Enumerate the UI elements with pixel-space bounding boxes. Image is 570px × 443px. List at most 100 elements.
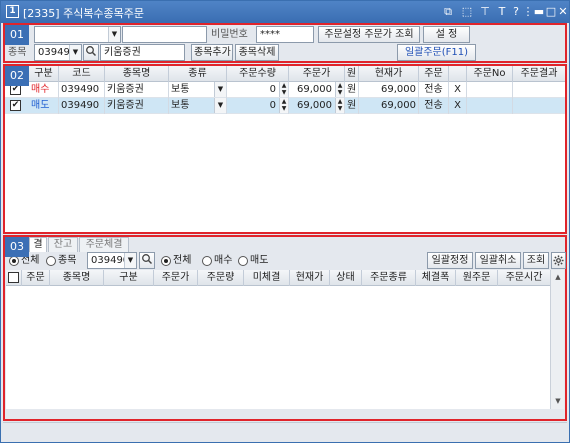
filter-stock-radio[interactable] [46,256,56,266]
order-list-section: 02 구분 코드 종목명 종류 주문수량 주문가 원 현재가 주문 주문No 주… [3,64,567,234]
header-order-price: 주문가 [154,270,198,286]
side-cell[interactable]: 매수 [29,82,59,98]
password-input[interactable]: **** [256,26,314,43]
chevron-down-icon[interactable]: ▼ [108,27,120,42]
header-type: 종류 [169,66,227,82]
price-cell[interactable]: 69,000 ▲ ▼ [289,98,345,114]
qty-cell[interactable]: 0 ▲ ▼ [227,82,289,98]
pin-icon[interactable]: ⊤ [478,4,492,19]
section-badge-01: 01 [5,25,29,45]
header-side: 구분 [29,66,59,82]
add-stock-button[interactable]: 종목추가 [191,44,233,61]
unit-cell: 원 [345,82,359,98]
order-status-grid: 주문 종목명 구분 주문가 주문량 미체결 현재가 상태 주문종류 체결폭 원주… [6,270,564,409]
order-row[interactable]: ✔ 매도 039490 키움증권 보통 ▼ 0 ▲ ▼ 69,000 ▲ ▼ 원 6… [5,98,565,114]
search-icon [142,254,153,265]
font-size-icon[interactable]: T [495,4,509,19]
result-cell [513,82,565,98]
side-buy-radio[interactable] [202,256,212,266]
section-badge-03: 03 [5,237,29,257]
chevron-down-icon[interactable]: ▼ [214,82,226,97]
order-grid-header: 구분 코드 종목명 종류 주문수량 주문가 원 현재가 주문 주문No 주문결과 [5,66,565,82]
side-sell-radio[interactable] [238,256,248,266]
send-button[interactable]: 전송 [419,82,449,98]
row-checkbox[interactable]: ✔ [10,100,21,111]
account-number-select[interactable]: ▼ [34,26,121,43]
price-cell[interactable]: 69,000 ▲ ▼ [289,82,345,98]
chevron-down-icon[interactable]: ▼ [124,253,136,268]
qty-cell[interactable]: 0 ▲ ▼ [227,98,289,114]
search-icon [86,46,97,57]
remove-row-button[interactable]: X [449,82,467,98]
header-name: 종목명 [105,66,169,82]
bulk-cancel-button[interactable]: 일괄취소 [475,252,521,269]
order-no-cell [467,98,513,114]
status-grid-header: 주문 종목명 구분 주문가 주문량 미체결 현재가 상태 주문종류 체결폭 원주… [6,270,550,286]
bulk-order-button[interactable]: 일괄주문(F11) [397,44,476,61]
restore-icon[interactable]: ⧉ [441,4,455,19]
section-badge-02: 02 [5,66,29,86]
header-side: 구분 [104,270,154,286]
filter-stock-code-input[interactable]: 039490 ▼ [87,252,137,269]
header-qty: 주문수량 [227,66,289,82]
filter-search-button[interactable] [139,252,155,269]
stock-search-button[interactable] [83,44,99,61]
spin-icon[interactable]: ▲ ▼ [335,82,344,97]
spin-icon[interactable]: ▲ ▼ [335,98,344,113]
current-price-cell: 69,000 [359,98,419,114]
header-checkbox-cell [6,270,22,286]
result-cell [513,98,565,114]
unit-cell: 원 [345,98,359,114]
side-cell[interactable]: 매도 [29,98,59,114]
stock-code-input[interactable]: 039490 ▼ [34,44,82,61]
scroll-down-icon[interactable]: ▼ [553,396,563,406]
tab-balance[interactable]: 잔고 [48,237,78,252]
chevron-down-icon[interactable]: ▼ [214,98,226,113]
code-cell: 039490 [59,98,105,114]
select-all-checkbox[interactable] [8,272,19,283]
side-all-radio[interactable] [161,256,171,266]
type-value: 보통 [171,84,190,95]
code-cell: 039490 [59,82,105,98]
order-input-section: 01 ▼ 비밀번호 **** 주문설정 주문가 조회 설 정 종목 039490… [3,23,567,63]
scroll-up-icon[interactable]: ▲ [553,272,563,282]
copy-window-icon[interactable]: ⬚ [460,4,474,19]
chevron-down-icon[interactable]: ▼ [69,45,81,60]
header-order-no: 주문No [467,66,513,82]
name-cell: 키움증권 [105,98,169,114]
settings-button[interactable]: 설 정 [423,26,470,43]
type-cell[interactable]: 보통 ▼ [169,98,227,114]
price-value: 69,000 [297,100,332,111]
header-order: 주문 [22,270,50,286]
header-order-qty: 주문량 [198,270,244,286]
close-icon[interactable]: ✕ [556,4,570,19]
tab-execution[interactable]: 결 [29,237,47,252]
window-number-icon: 1 [6,5,19,18]
spin-icon[interactable]: ▲ ▼ [279,98,288,113]
type-value: 보통 [171,100,190,111]
order-row[interactable]: ✔ 매수 039490 키움증권 보통 ▼ 0 ▲ ▼ 69,000 ▲ ▼ 원 6… [5,82,565,98]
spin-icon[interactable]: ▲ ▼ [279,82,288,97]
vertical-scrollbar[interactable]: ▲ ▼ [550,270,564,409]
header-result: 주문결과 [520,68,558,79]
order-status-section: 03 결 잔고 주문체결 전체 종목 039490 ▼ 전체 매수 매도 일괄정… [3,235,567,421]
delete-stock-button[interactable]: 종목삭제 [235,44,279,61]
query-button[interactable]: 조회 [523,252,549,269]
filter-all-radio[interactable] [9,256,19,266]
order-no-cell [467,82,513,98]
header-action: 주문 [419,66,449,82]
grid-settings-button[interactable] [551,252,566,269]
remove-row-button[interactable]: X [449,98,467,114]
window-title: [2335] 주식복수종목주문 [23,7,145,20]
password-label: 비밀번호 [211,29,248,40]
bulk-modify-button[interactable]: 일괄정정 [427,252,473,269]
send-button[interactable]: 전송 [419,98,449,114]
header-current: 현재가 [359,66,419,82]
qty-value: 0 [269,84,276,95]
header-unit: 원 [345,66,359,82]
current-price-cell: 69,000 [359,82,419,98]
header-status: 상태 [330,270,362,286]
tab-order-execution[interactable]: 주문체결 [79,237,129,252]
type-cell[interactable]: 보통 ▼ [169,82,227,98]
order-price-setting-button[interactable]: 주문설정 주문가 조회 [318,26,420,43]
